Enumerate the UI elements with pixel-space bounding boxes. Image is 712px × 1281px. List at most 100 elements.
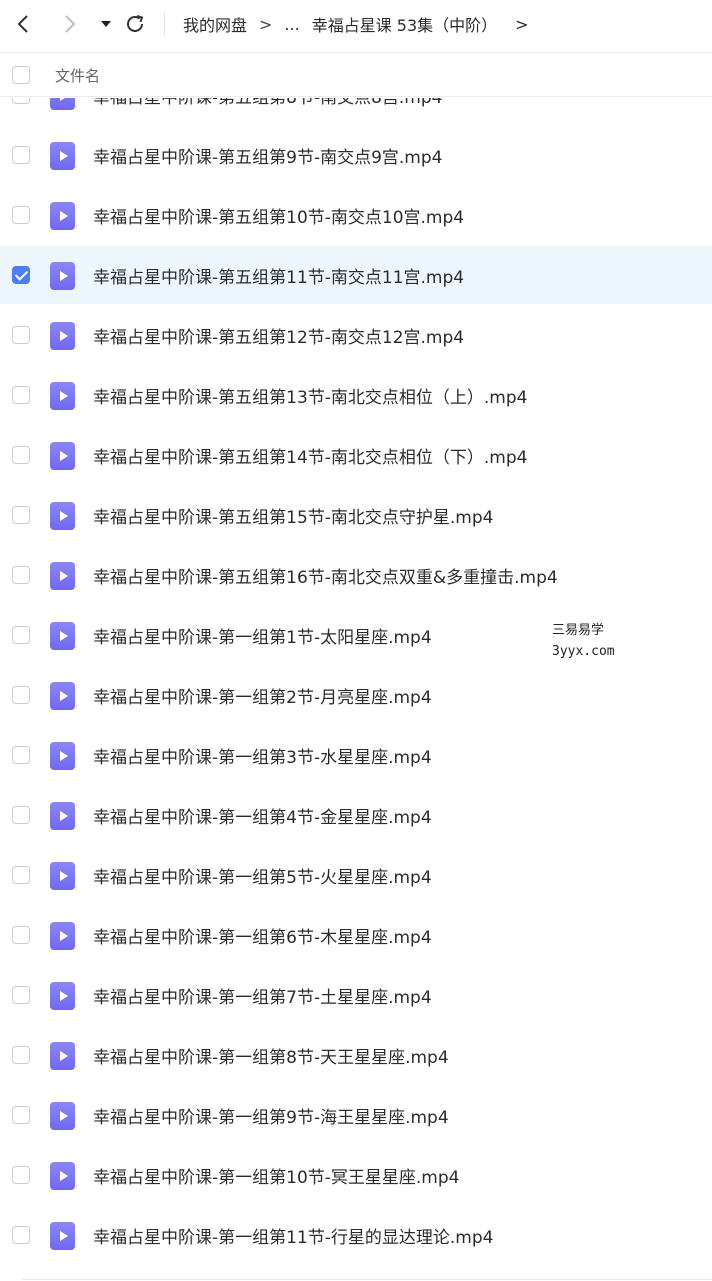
file-row[interactable]: 幸福占星中阶课-第五组第14节-南北交点相位（下）.mp4 [0,426,712,484]
file-row[interactable]: 幸福占星中阶课-第一组第11节-行星的显达理论.mp4 [0,1206,712,1264]
file-row-checkbox[interactable] [12,686,30,704]
file-row-checkbox[interactable] [12,1166,30,1184]
file-row-checkbox[interactable] [12,1226,30,1244]
file-name[interactable]: 幸福占星中阶课-第一组第1节-太阳星座.mp4 [93,623,432,648]
video-file-icon [50,382,75,410]
file-row[interactable]: 幸福占星中阶课-第一组第7节-土星星座.mp4 [0,966,712,1024]
column-header-name[interactable]: 文件名 [55,65,100,86]
file-row-checkbox[interactable] [12,506,30,524]
file-row-checkbox[interactable] [12,866,30,884]
video-file-icon [50,1162,75,1190]
file-row-checkbox[interactable] [12,446,30,464]
file-row[interactable]: 幸福占星中阶课-第五组第12节-南交点12宫.mp4 [0,306,712,364]
video-file-icon [50,98,75,110]
file-name[interactable]: 幸福占星中阶课-第一组第10节-冥王星星座.mp4 [93,1163,459,1188]
watermark-line-1: 三易易学 [552,623,605,638]
file-row-checkbox[interactable] [12,1046,30,1064]
video-file-icon [50,562,75,590]
file-name[interactable]: 幸福占星中阶课-第五组第9节-南交点9宫.mp4 [93,143,442,168]
watermark-line-2: 3yyx.com [552,644,615,659]
video-file-icon [50,442,75,470]
file-row[interactable]: 幸福占星中阶课-第一组第3节-水星星座.mp4 [0,726,712,784]
file-row[interactable]: 幸福占星中阶课-第五组第15节-南北交点守护星.mp4 [0,486,712,544]
file-name[interactable]: 幸福占星中阶课-第五组第10节-南交点10宫.mp4 [93,203,464,228]
file-row[interactable]: 幸福占星中阶课-第五组第11节-南交点11宫.mp4 [0,246,712,304]
watermark: 三易易学 3yyx.com [552,620,615,662]
breadcrumb-current: 幸福占星课 53集（中阶） [311,16,498,35]
forward-button[interactable] [55,10,83,38]
file-row-checkbox[interactable] [12,806,30,824]
video-file-icon [50,802,75,830]
video-file-icon [50,982,75,1010]
video-file-icon [50,862,75,890]
file-name[interactable]: 幸福占星中阶课-第五组第16节-南北交点双重&多重撞击.mp4 [93,563,558,588]
history-dropdown-button[interactable] [92,10,120,38]
refresh-button[interactable] [121,10,149,38]
file-row-checkbox[interactable] [12,326,30,344]
back-button[interactable] [10,10,38,38]
video-file-icon [50,1042,75,1070]
file-row[interactable]: 幸福占星中阶课-第一组第5节-火星星座.mp4 [0,846,712,904]
video-file-icon [50,262,75,290]
file-row[interactable]: 幸福占星中阶课-第五组第10节-南交点10宫.mp4 [0,186,712,244]
file-row[interactable]: 幸福占星中阶课-第一组第8节-天王星星座.mp4 [0,1026,712,1084]
file-row[interactable]: 幸福占星中阶课-第五组第16节-南北交点双重&多重撞击.mp4 [0,546,712,604]
file-row-checkbox[interactable] [12,266,30,284]
file-list-header: 文件名 [0,52,712,97]
file-row[interactable]: 幸福占星中阶课-第一组第2节-月亮星座.mp4 [0,666,712,724]
file-name[interactable]: 幸福占星中阶课-第一组第7节-土星星座.mp4 [93,983,432,1008]
file-name[interactable]: 幸福占星中阶课-第一组第4节-金星星座.mp4 [93,803,432,828]
video-file-icon [50,142,75,170]
video-file-icon [50,622,75,650]
toolbar: 我的网盘 > ... 幸福占星课 53集（中阶） > [0,0,712,48]
file-row-checkbox[interactable] [12,926,30,944]
file-row-checkbox[interactable] [12,206,30,224]
file-row[interactable]: 幸福占星中阶课-第一组第10节-冥王星星座.mp4 [0,1146,712,1204]
file-row-checkbox[interactable] [12,986,30,1004]
caret-down-icon [101,21,111,27]
video-file-icon [50,682,75,710]
file-row[interactable]: 幸福占星中阶课-第五组第8节-南交点8宫.mp4 [0,98,712,124]
select-all-checkbox[interactable] [12,66,30,84]
file-name[interactable]: 幸福占星中阶课-第一组第2节-月亮星座.mp4 [93,683,432,708]
file-row[interactable]: 幸福占星中阶课-第一组第4节-金星星座.mp4 [0,786,712,844]
file-name[interactable]: 幸福占星中阶课-第一组第3节-水星星座.mp4 [93,743,432,768]
file-name[interactable]: 幸福占星中阶课-第五组第14节-南北交点相位（下）.mp4 [93,443,527,468]
file-row-checkbox[interactable] [12,746,30,764]
file-row[interactable]: 幸福占星中阶课-第五组第13节-南北交点相位（上）.mp4 [0,366,712,424]
file-name[interactable]: 幸福占星中阶课-第一组第8节-天王星星座.mp4 [93,1043,449,1068]
chevron-left-icon [17,15,28,33]
video-file-icon [50,742,75,770]
file-name[interactable]: 幸福占星中阶课-第五组第11节-南交点11宫.mp4 [93,263,464,288]
file-name[interactable]: 幸福占星中阶课-第五组第13节-南北交点相位（上）.mp4 [93,383,527,408]
list-bottom-divider [22,1279,712,1280]
file-row[interactable]: 幸福占星中阶课-第一组第9节-海王星星座.mp4 [0,1086,712,1144]
breadcrumb-root[interactable]: 我的网盘 [183,12,247,36]
video-file-icon [50,322,75,350]
breadcrumb-separator: > [259,14,273,34]
video-file-icon [50,202,75,230]
video-file-icon [50,922,75,950]
file-name[interactable]: 幸福占星中阶课-第一组第9节-海王星星座.mp4 [93,1103,449,1128]
file-row[interactable]: 幸福占星中阶课-第五组第9节-南交点9宫.mp4 [0,126,712,184]
file-name[interactable]: 幸福占星中阶课-第一组第6节-木星星座.mp4 [93,923,432,948]
file-name[interactable]: 幸福占星中阶课-第一组第5节-火星星座.mp4 [93,863,432,888]
file-row-checkbox[interactable] [12,146,30,164]
file-row-checkbox[interactable] [12,626,30,644]
file-name[interactable]: 幸福占星中阶课-第一组第11节-行星的显达理论.mp4 [93,1223,493,1248]
breadcrumb-ellipsis[interactable]: ... [284,15,299,34]
breadcrumb-end-arrow[interactable]: > [515,15,528,34]
file-list: 幸福占星中阶课-第五组第8节-南交点8宫.mp4 幸福占星中阶课-第五组第9节-南… [0,98,712,1281]
file-row-checkbox[interactable] [12,386,30,404]
file-row-checkbox[interactable] [12,98,30,104]
file-name[interactable]: 幸福占星中阶课-第五组第8节-南交点8宫.mp4 [93,98,442,108]
chevron-right-icon [65,15,76,33]
file-row-checkbox[interactable] [12,566,30,584]
file-name[interactable]: 幸福占星中阶课-第五组第12节-南交点12宫.mp4 [93,323,464,348]
breadcrumb: 我的网盘 > ... 幸福占星课 53集（中阶） > [183,11,529,37]
file-row-checkbox[interactable] [12,1106,30,1124]
video-file-icon [50,1102,75,1130]
file-name[interactable]: 幸福占星中阶课-第五组第15节-南北交点守护星.mp4 [93,503,493,528]
file-row[interactable]: 幸福占星中阶课-第一组第6节-木星星座.mp4 [0,906,712,964]
video-file-icon [50,1222,75,1250]
